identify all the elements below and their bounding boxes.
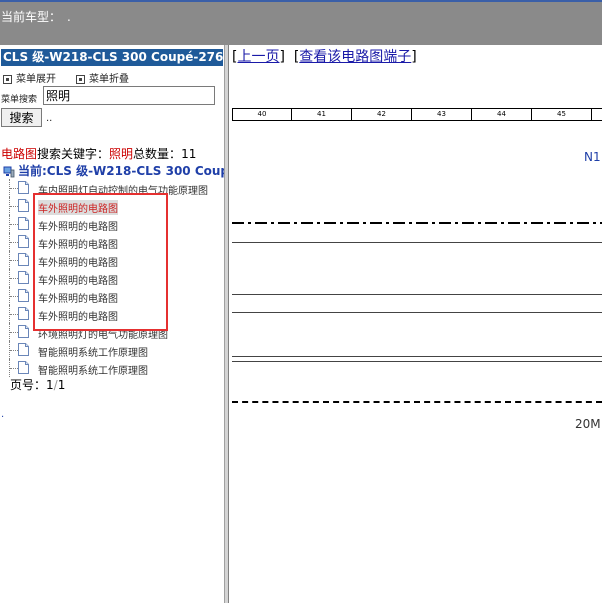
tree-branch	[10, 314, 18, 315]
n1-label: N1	[584, 150, 601, 164]
expand-icon	[3, 74, 12, 84]
pager: 页号：1/1	[10, 378, 66, 392]
tree-item[interactable]: 车外照明的电路图	[0, 269, 224, 287]
tree-item-label: 车外照明的电路图	[38, 312, 118, 323]
tree-item-label: 车外照明的电路图	[38, 240, 118, 251]
tree-branch	[10, 224, 18, 225]
page-current: 1	[46, 378, 54, 392]
tree-item[interactable]: 智能照明系统工作原理图	[0, 359, 224, 377]
left-dot: .	[1, 409, 5, 420]
tree-branch	[10, 242, 18, 243]
tree-item[interactable]: 车外照明的电路图	[0, 305, 224, 323]
tree-item-label: 车外照明的电路图	[38, 258, 118, 269]
tree-item-label: 环境照明灯的电气功能原理图	[38, 330, 168, 341]
collapse-icon	[76, 74, 85, 84]
ruler-cell: 44	[472, 109, 532, 120]
prev-page-link[interactable]: 上一页	[237, 49, 279, 65]
wire-1	[232, 242, 602, 243]
tree-item[interactable]: 车外照明的电路图	[0, 251, 224, 269]
tree-item-label: 车外照明的电路图	[38, 222, 118, 233]
page-total: 1	[57, 378, 66, 392]
menu-collapse-toggle[interactable]: 菜单折叠	[76, 70, 129, 85]
wire-3	[232, 312, 602, 313]
view-terminals-link[interactable]: 查看该电路图端子	[299, 49, 411, 65]
tree-branch	[10, 260, 18, 261]
tree-branch	[10, 350, 18, 351]
ruler-cell: 42	[352, 109, 412, 120]
document-icon	[18, 235, 29, 248]
ruler-cell: 43	[412, 109, 472, 120]
current-model-value: .	[67, 10, 71, 24]
tree-branch	[10, 188, 18, 189]
document-icon	[18, 181, 29, 194]
tree-item-label: 车外照明的电路图	[38, 294, 118, 305]
document-icon	[18, 325, 29, 338]
wire-2	[232, 294, 602, 295]
search-button[interactable]: 搜索	[1, 108, 42, 127]
diagram-tree: 车内照明灯自动控制的电气功能原理图 车外照明的电路图 车外照明的电路图 车外照明的电路…	[0, 179, 224, 377]
left-panel: CLS 级-W218-CLS 300 Coupé-276952- 菜单展开 菜单…	[0, 45, 224, 603]
document-icon	[18, 253, 29, 266]
diagram-panel: [上一页] [查看该电路图端子] 40 41 42 43 44 45 N1 20M	[229, 45, 602, 603]
document-icon	[18, 289, 29, 302]
tree-item-label: 车外照明的电路图	[38, 200, 118, 215]
tree-item-label: 车外照明的电路图	[38, 276, 118, 287]
tree-item[interactable]: 环境照明灯的电气功能原理图	[0, 323, 224, 341]
wire-5	[232, 361, 602, 362]
tree-branch	[10, 368, 18, 369]
document-icon	[18, 361, 29, 374]
menu-expand-toggle[interactable]: 菜单展开	[3, 70, 56, 85]
tree-item-label: 智能照明系统工作原理图	[38, 348, 148, 359]
search-label: 菜单搜索	[1, 95, 38, 105]
ruler-cell: 40	[232, 109, 292, 120]
document-icon	[18, 217, 29, 230]
m20-label: 20M	[575, 417, 601, 431]
wire-4	[232, 356, 602, 357]
computer-icon	[3, 166, 15, 177]
tree-branch	[10, 332, 18, 333]
tree-item-label: 智能照明系统工作原理图	[38, 366, 148, 377]
search-summary: 电路图搜索关键字：照明总数量：11	[1, 147, 197, 161]
document-icon	[18, 307, 29, 320]
current-node[interactable]: 当前:CLS 级-W218-CLS 300 Coupé	[3, 162, 224, 179]
tree-item[interactable]: 智能照明系统工作原理图	[0, 341, 224, 359]
tree-item-label: 车内照明灯自动控制的电气功能原理图	[38, 186, 208, 197]
tree-item[interactable]: 车外照明的电路图	[0, 287, 224, 305]
ruler-cell: 41	[292, 109, 352, 120]
document-icon	[18, 343, 29, 356]
tree-branch	[10, 206, 18, 207]
top-bar: 当前车型：.	[0, 0, 602, 45]
current-model-label: 当前车型：.	[1, 10, 71, 24]
ruler-cell: 45	[532, 109, 592, 120]
tree-item[interactable]: 车外照明的电路图	[0, 215, 224, 233]
search-input[interactable]	[43, 86, 215, 105]
tree-item[interactable]: 车外照明的电路图	[0, 197, 224, 215]
wire-dashdot-top	[232, 222, 602, 224]
model-title-bar: CLS 级-W218-CLS 300 Coupé-276952-	[1, 49, 223, 66]
tree-item[interactable]: 车外照明的电路图	[0, 233, 224, 251]
tree-branch	[10, 278, 18, 279]
diagram-nav: [上一页] [查看该电路图端子]	[232, 49, 417, 65]
document-icon	[18, 271, 29, 284]
document-icon	[18, 199, 29, 212]
search-extra-text: ..	[46, 113, 53, 124]
tree-item[interactable]: 车内照明灯自动控制的电气功能原理图	[0, 179, 224, 197]
wire-dash-bottom	[232, 401, 602, 403]
grid-ruler: 40 41 42 43 44 45	[232, 108, 602, 121]
tree-branch	[10, 296, 18, 297]
